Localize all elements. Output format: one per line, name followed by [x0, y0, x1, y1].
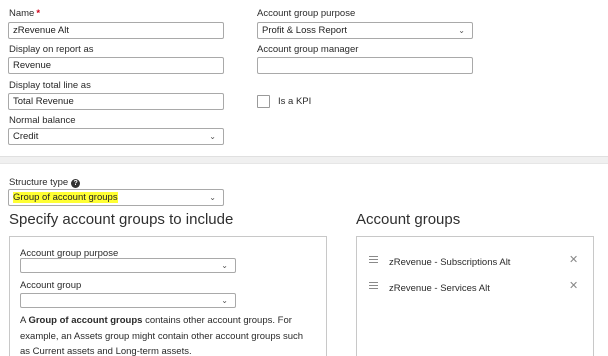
- chevron-down-icon: ⌄: [221, 261, 228, 270]
- panel-account-group-select[interactable]: ⌄: [20, 293, 236, 308]
- account-groups-panel: [356, 236, 594, 356]
- display-on-report-input[interactable]: Revenue: [8, 57, 224, 74]
- section-divider: [0, 156, 608, 164]
- desc-bold: Group of account groups: [28, 315, 143, 326]
- name-input-value: zRevenue Alt: [13, 25, 69, 36]
- display-on-report-value: Revenue: [13, 60, 52, 71]
- chevron-down-icon: ⌄: [221, 296, 228, 305]
- is-kpi-checkbox[interactable]: [257, 95, 270, 108]
- name-label: Name *: [9, 8, 41, 19]
- structure-type-value: Group of account groups: [13, 192, 118, 203]
- display-on-report-label: Display on report as: [9, 44, 94, 55]
- normal-balance-value: Credit: [13, 131, 39, 142]
- structure-type-select[interactable]: Group of account groups ⌄: [8, 189, 224, 206]
- structure-type-label: Structure type?: [9, 177, 81, 188]
- account-group-purpose-label: Account group purpose: [257, 8, 356, 19]
- account-group-item: zRevenue - Subscriptions Alt: [389, 257, 511, 268]
- question-circle-icon[interactable]: ?: [71, 179, 81, 188]
- drag-handle-icon[interactable]: [369, 282, 378, 291]
- chevron-down-icon: ⌄: [209, 132, 216, 141]
- name-input[interactable]: zRevenue Alt: [8, 22, 224, 39]
- close-icon[interactable]: ✕: [569, 255, 578, 266]
- display-total-value: Total Revenue: [13, 96, 74, 107]
- chevron-down-icon: ⌄: [209, 193, 216, 202]
- normal-balance-label: Normal balance: [9, 115, 76, 126]
- panel-purpose-select[interactable]: ⌄: [20, 258, 236, 273]
- required-mark: *: [36, 8, 41, 19]
- close-icon[interactable]: ✕: [569, 281, 578, 292]
- account-group-item: zRevenue - Services Alt: [389, 283, 490, 294]
- display-total-input[interactable]: Total Revenue: [8, 93, 224, 110]
- account-groups-title: Account groups: [356, 211, 461, 228]
- drag-handle-icon[interactable]: [369, 256, 378, 265]
- account-group-manager-label: Account group manager: [257, 44, 359, 55]
- account-group-purpose-value: Profit & Loss Report: [262, 25, 348, 36]
- normal-balance-select[interactable]: Credit ⌄: [8, 128, 224, 145]
- account-group-purpose-select[interactable]: Profit & Loss Report ⌄: [257, 22, 473, 39]
- panel-account-group-label: Account group: [20, 280, 82, 291]
- is-kpi-label: Is a KPI: [278, 96, 312, 107]
- chevron-down-icon: ⌄: [458, 26, 465, 35]
- account-group-manager-input[interactable]: [257, 57, 473, 74]
- display-total-label: Display total line as: [9, 80, 91, 91]
- structure-description: A Group of account groups contains other…: [20, 313, 310, 356]
- specify-account-groups-title: Specify account groups to include: [9, 211, 234, 228]
